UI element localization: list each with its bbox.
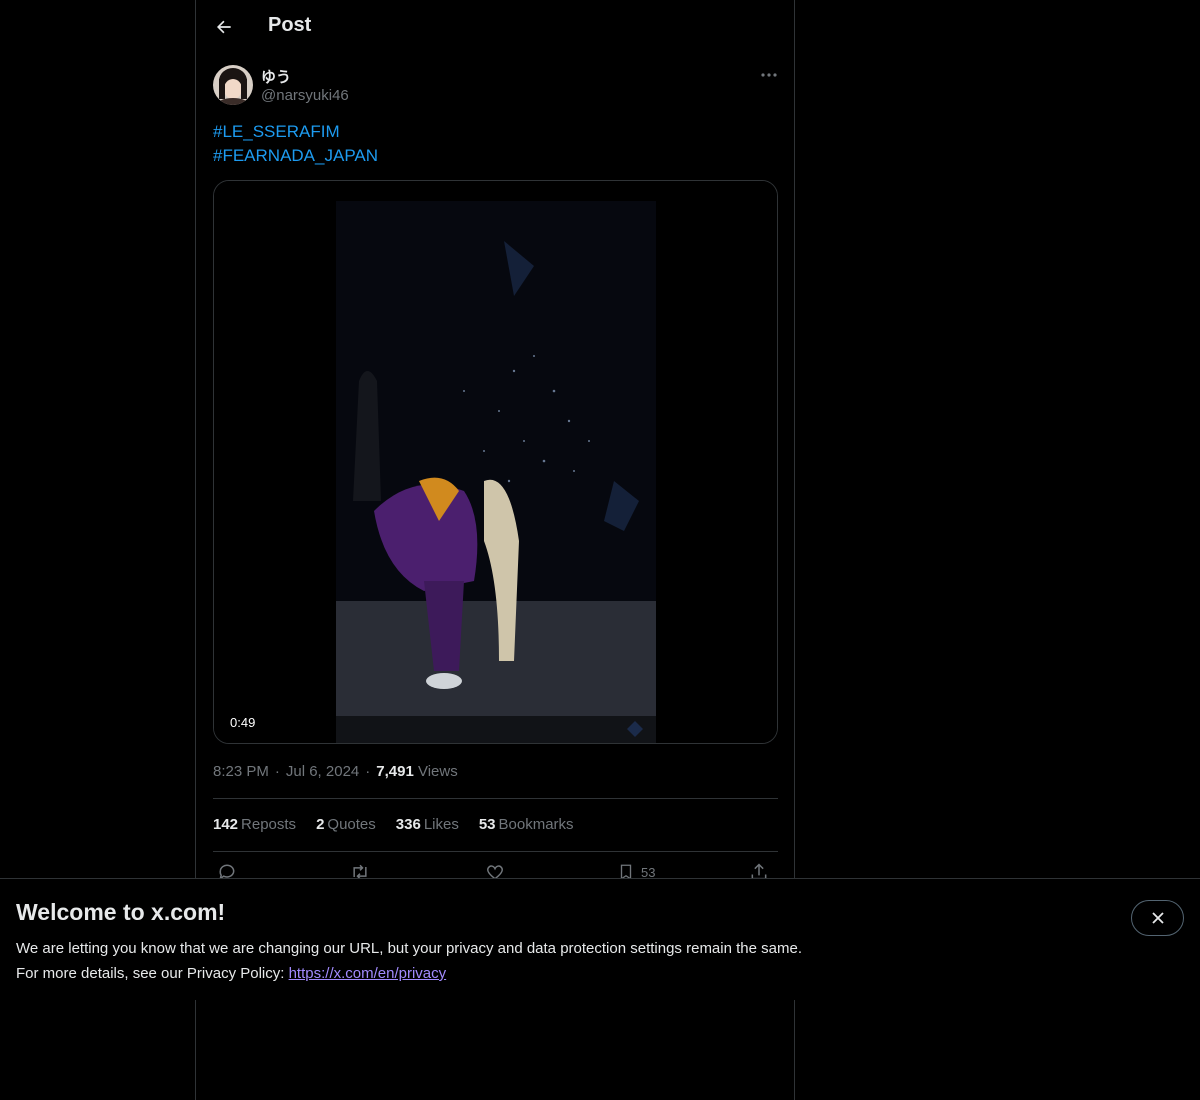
separator-dot: ·: [274, 763, 280, 780]
post-time[interactable]: 8:23 PM: [213, 763, 269, 780]
hashtag-link[interactable]: #FEARNADA_JAPAN: [213, 144, 378, 168]
author-handle[interactable]: @narsyuki46: [261, 87, 349, 104]
banner-line-2: For more details, see our Privacy Policy…: [16, 961, 802, 986]
more-dots-icon: [761, 73, 777, 77]
likes-stat[interactable]: 336 Likes: [396, 816, 459, 833]
avatar[interactable]: [213, 65, 253, 105]
post-meta: 8:23 PM · Jul 6, 2024 · 7,491 Views: [213, 763, 458, 780]
privacy-policy-link[interactable]: https://x.com/en/privacy: [289, 965, 447, 982]
post-text: #LE_SSERAFIM #FEARNADA_JAPAN: [213, 120, 378, 168]
views-count: 7,491: [376, 763, 414, 780]
banner-close-button[interactable]: [1131, 900, 1184, 936]
bookmarks-label: Bookmarks: [498, 816, 574, 833]
post-date[interactable]: Jul 6, 2024: [286, 763, 359, 780]
video-player[interactable]: 0:49: [213, 180, 778, 744]
bookmarks-count: 53: [478, 816, 496, 833]
quotes-count: 2: [316, 816, 325, 833]
welcome-banner: Welcome to x.com! We are letting you kno…: [0, 878, 1200, 1000]
reposts-count: 142: [213, 816, 239, 833]
divider: [213, 798, 778, 799]
hashtag-link[interactable]: #LE_SSERAFIM: [213, 120, 378, 144]
divider: [213, 851, 778, 852]
views-label: Views: [417, 763, 458, 780]
quotes-label: Quotes: [327, 816, 376, 833]
arrow-left-icon: [217, 20, 231, 34]
video-duration: 0:49: [224, 713, 262, 732]
banner-text: We are letting you know that we are chan…: [16, 936, 802, 986]
back-button[interactable]: [206, 9, 242, 45]
separator-dot: ·: [365, 763, 371, 780]
page-title: Post: [268, 14, 312, 36]
engagement-stats: 142 Reposts 2 Quotes 336 Likes 53 Bookmarks: [213, 816, 574, 833]
banner-title: Welcome to x.com!: [16, 899, 226, 925]
reposts-label: Reposts: [241, 816, 297, 833]
banner-line-1: We are letting you know that we are chan…: [16, 940, 802, 957]
banner-line-2-prefix: For more details, see our Privacy Policy…: [16, 965, 289, 982]
video-frame: [214, 181, 777, 743]
likes-count: 336: [395, 816, 421, 833]
likes-label: Likes: [423, 816, 459, 833]
bookmarks-stat[interactable]: 53 Bookmarks: [479, 816, 574, 833]
quotes-stat[interactable]: 2 Quotes: [316, 816, 376, 833]
reposts-stat[interactable]: 142 Reposts: [213, 816, 296, 833]
close-icon: [1151, 912, 1164, 924]
top-bar: Post: [196, 0, 794, 54]
author-display-name[interactable]: ゆう: [261, 66, 291, 87]
avatar-image: [213, 65, 253, 105]
more-options-button[interactable]: [756, 62, 782, 88]
